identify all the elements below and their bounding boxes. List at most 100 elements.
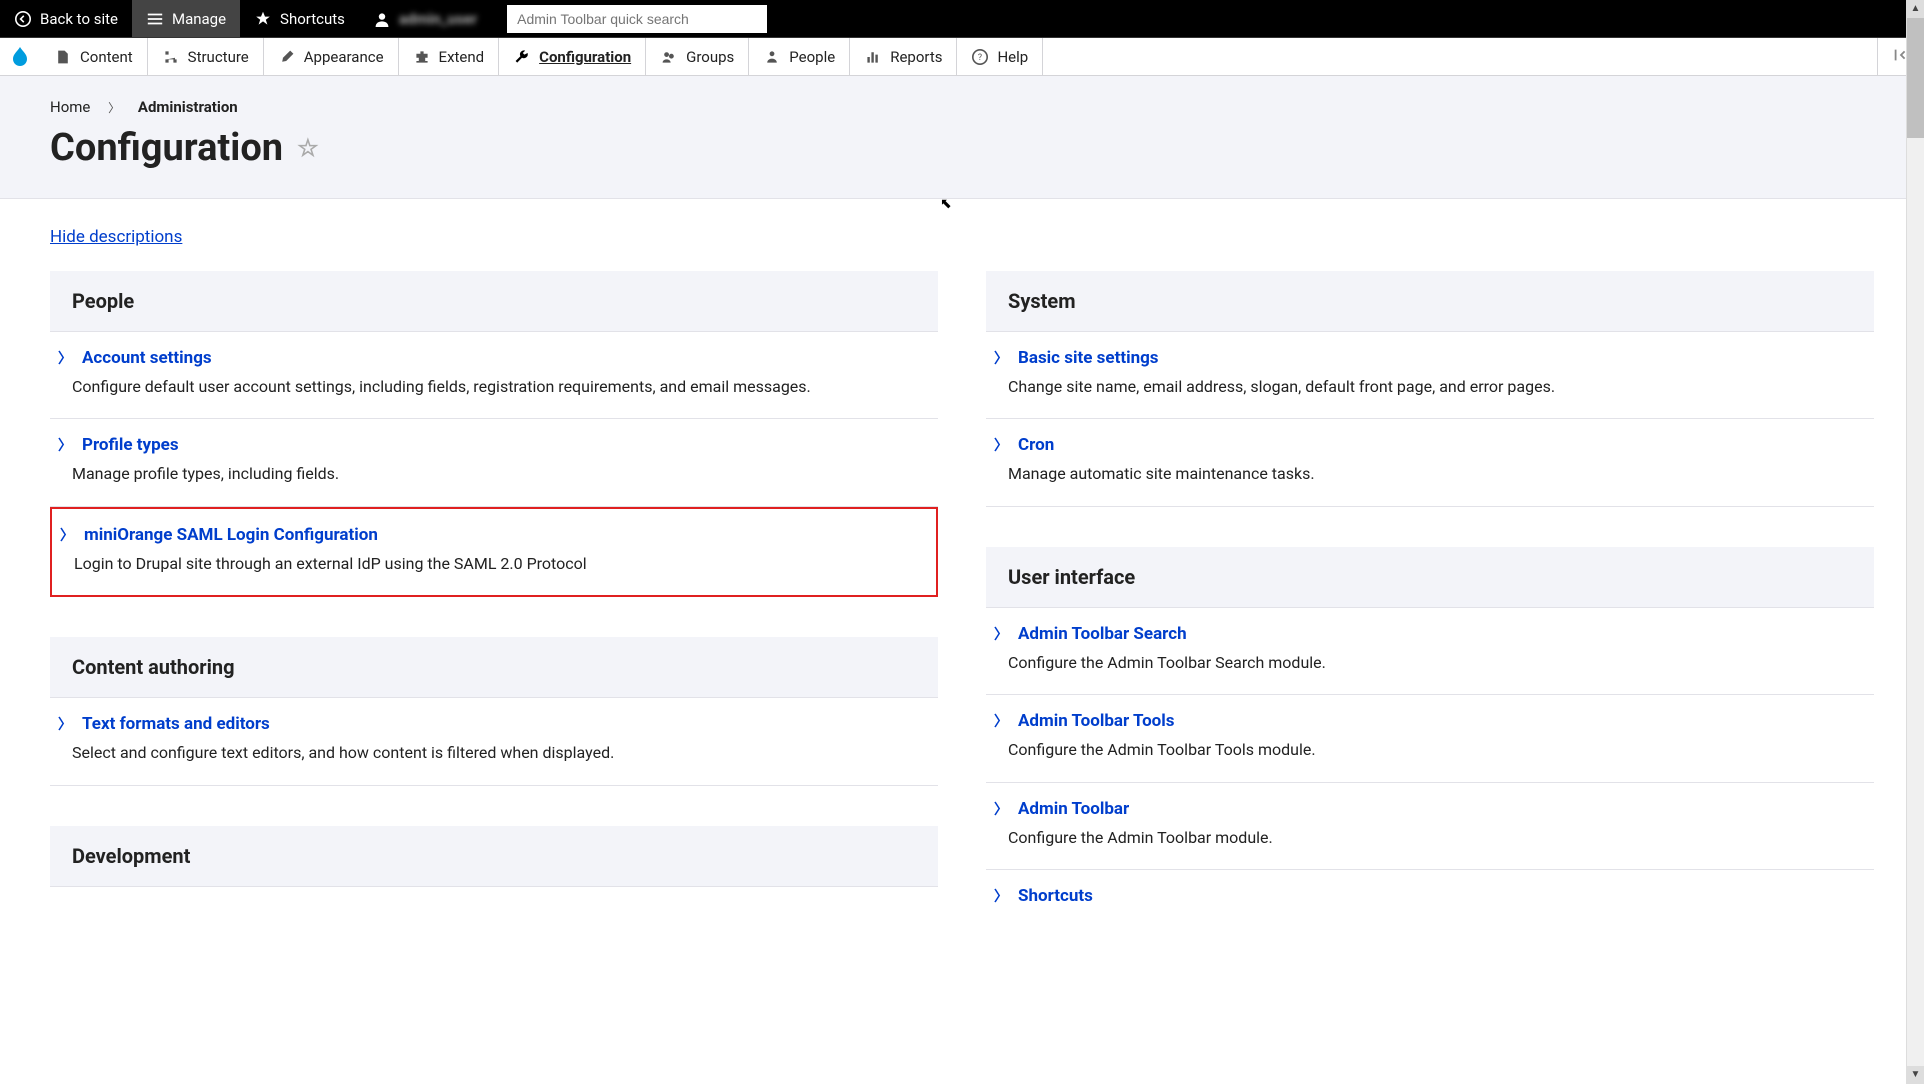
chevron-right-icon: 〉 bbox=[994, 435, 1008, 455]
back-to-site[interactable]: Back to site bbox=[0, 0, 132, 37]
link-basic-site[interactable]: 〉 Basic site settings bbox=[1008, 348, 1852, 368]
link-account-settings-label: Account settings bbox=[82, 348, 212, 368]
hide-descriptions-link[interactable]: Hide descriptions bbox=[50, 227, 182, 247]
link-shortcuts[interactable]: 〉 Shortcuts bbox=[1008, 886, 1852, 906]
tab-reports[interactable]: Reports bbox=[850, 38, 957, 75]
tab-help[interactable]: ? Help bbox=[957, 38, 1043, 75]
tab-content[interactable]: Content bbox=[40, 38, 148, 75]
scroll-down-icon[interactable]: ▼ bbox=[1907, 1066, 1924, 1084]
puzzle-icon bbox=[413, 48, 431, 66]
tab-configuration[interactable]: Configuration bbox=[499, 38, 646, 75]
item-admin-toolbar: 〉 Admin Toolbar Configure the Admin Tool… bbox=[986, 783, 1874, 870]
manage-toggle[interactable]: Manage bbox=[132, 0, 240, 37]
file-icon bbox=[54, 48, 72, 66]
link-profile-types[interactable]: 〉 Profile types bbox=[72, 435, 916, 455]
panel-content-authoring-header: Content authoring bbox=[50, 637, 938, 698]
link-account-settings[interactable]: 〉 Account settings bbox=[72, 348, 916, 368]
tab-extend[interactable]: Extend bbox=[399, 38, 500, 75]
svg-text:?: ? bbox=[978, 53, 982, 63]
tab-structure[interactable]: Structure bbox=[148, 38, 264, 75]
structure-icon bbox=[162, 48, 180, 66]
brush-icon bbox=[278, 48, 296, 66]
back-label: Back to site bbox=[40, 10, 118, 28]
link-miniorange-saml[interactable]: 〉 miniOrange SAML Login Configuration bbox=[74, 525, 914, 545]
admin-search bbox=[507, 5, 767, 33]
item-profile-types: 〉 Profile types Manage profile types, in… bbox=[50, 419, 938, 506]
people-icon bbox=[763, 48, 781, 66]
desc-profile-types: Manage profile types, including fields. bbox=[72, 463, 916, 485]
tab-structure-label: Structure bbox=[188, 48, 249, 66]
link-admin-toolbar-search-label: Admin Toolbar Search bbox=[1018, 624, 1187, 644]
tab-people-label: People bbox=[789, 48, 835, 66]
panel-people-header: People bbox=[50, 271, 938, 332]
chevron-right-icon: 〉 bbox=[994, 799, 1008, 819]
scrollbar-thumb[interactable] bbox=[1907, 18, 1924, 138]
link-text-formats-label: Text formats and editors bbox=[82, 714, 270, 734]
user-label: admin_user bbox=[399, 10, 477, 28]
breadcrumb-home[interactable]: Home bbox=[50, 98, 90, 116]
tab-help-label: Help bbox=[997, 48, 1028, 66]
star-icon bbox=[254, 10, 272, 28]
link-admin-toolbar-tools-label: Admin Toolbar Tools bbox=[1018, 711, 1175, 731]
favorite-star-icon[interactable]: ☆ bbox=[297, 134, 319, 162]
shortcuts-toggle[interactable]: Shortcuts bbox=[240, 0, 359, 37]
header-region: Home 〉 Administration Configuration ☆ bbox=[0, 76, 1924, 199]
item-miniorange-saml: 〉 miniOrange SAML Login Configuration Lo… bbox=[50, 507, 938, 597]
link-admin-toolbar-tools[interactable]: 〉 Admin Toolbar Tools bbox=[1008, 711, 1852, 731]
desc-cron: Manage automatic site maintenance tasks. bbox=[1008, 463, 1852, 485]
panel-user-interface: User interface 〉 Admin Toolbar Search Co… bbox=[986, 547, 1874, 906]
link-basic-site-label: Basic site settings bbox=[1018, 348, 1159, 368]
link-shortcuts-label: Shortcuts bbox=[1018, 886, 1093, 906]
desc-text-formats: Select and configure text editors, and h… bbox=[72, 742, 916, 764]
admin-search-input[interactable] bbox=[507, 5, 767, 33]
chevron-right-icon: 〉 bbox=[60, 525, 74, 545]
vertical-scrollbar[interactable]: ▲ ▼ bbox=[1906, 0, 1924, 1084]
breadcrumb: Home 〉 Administration bbox=[50, 98, 1874, 116]
tab-configuration-label: Configuration bbox=[539, 48, 631, 66]
top-toolbar: Back to site Manage Shortcuts admin_user bbox=[0, 0, 1924, 38]
manage-label: Manage bbox=[172, 10, 226, 28]
hamburger-icon bbox=[146, 10, 164, 28]
link-text-formats[interactable]: 〉 Text formats and editors bbox=[72, 714, 916, 734]
right-column: System 〉 Basic site settings Change site… bbox=[986, 271, 1874, 946]
left-column: People 〉 Account settings Configure defa… bbox=[50, 271, 938, 946]
breadcrumb-admin[interactable]: Administration bbox=[138, 98, 238, 116]
link-admin-toolbar-search[interactable]: 〉 Admin Toolbar Search bbox=[1008, 624, 1852, 644]
main-content: Hide descriptions People 〉 Account setti… bbox=[0, 199, 1924, 974]
tab-reports-label: Reports bbox=[890, 48, 942, 66]
wrench-icon bbox=[513, 48, 531, 66]
panel-content-authoring: Content authoring 〉 Text formats and edi… bbox=[50, 637, 938, 785]
item-admin-toolbar-search: 〉 Admin Toolbar Search Configure the Adm… bbox=[986, 608, 1874, 695]
chevron-right-icon: 〉 bbox=[994, 711, 1008, 731]
item-text-formats: 〉 Text formats and editors Select and co… bbox=[50, 698, 938, 785]
desc-admin-toolbar-search: Configure the Admin Toolbar Search modul… bbox=[1008, 652, 1852, 674]
tab-appearance-label: Appearance bbox=[304, 48, 384, 66]
panel-system-header: System bbox=[986, 271, 1874, 332]
tab-content-label: Content bbox=[80, 48, 133, 66]
chevron-right-icon: 〉 bbox=[58, 348, 72, 368]
panel-development-header: Development bbox=[50, 826, 938, 887]
tab-appearance[interactable]: Appearance bbox=[264, 38, 399, 75]
groups-icon bbox=[660, 48, 678, 66]
link-admin-toolbar[interactable]: 〉 Admin Toolbar bbox=[1008, 799, 1852, 819]
item-admin-toolbar-tools: 〉 Admin Toolbar Tools Configure the Admi… bbox=[986, 695, 1874, 782]
tab-groups[interactable]: Groups bbox=[646, 38, 749, 75]
user-menu[interactable]: admin_user bbox=[359, 0, 491, 37]
tab-people[interactable]: People bbox=[749, 38, 850, 75]
drupal-logo-icon[interactable] bbox=[0, 45, 40, 69]
item-basic-site: 〉 Basic site settings Change site name, … bbox=[986, 332, 1874, 419]
chevron-right-icon: 〉 bbox=[994, 624, 1008, 644]
breadcrumb-sep: 〉 bbox=[108, 101, 120, 115]
admin-menu: Content Structure Appearance Extend Conf… bbox=[0, 38, 1924, 76]
bar-chart-icon bbox=[864, 48, 882, 66]
help-icon: ? bbox=[971, 48, 989, 66]
scroll-up-icon[interactable]: ▲ bbox=[1907, 0, 1924, 18]
item-shortcuts: 〉 Shortcuts bbox=[986, 870, 1874, 906]
panel-development: Development bbox=[50, 826, 938, 887]
panel-user-interface-header: User interface bbox=[986, 547, 1874, 608]
tab-groups-label: Groups bbox=[686, 48, 734, 66]
link-admin-toolbar-label: Admin Toolbar bbox=[1018, 799, 1129, 819]
chevron-right-icon: 〉 bbox=[994, 348, 1008, 368]
link-cron[interactable]: 〉 Cron bbox=[1008, 435, 1852, 455]
user-icon bbox=[373, 10, 391, 28]
